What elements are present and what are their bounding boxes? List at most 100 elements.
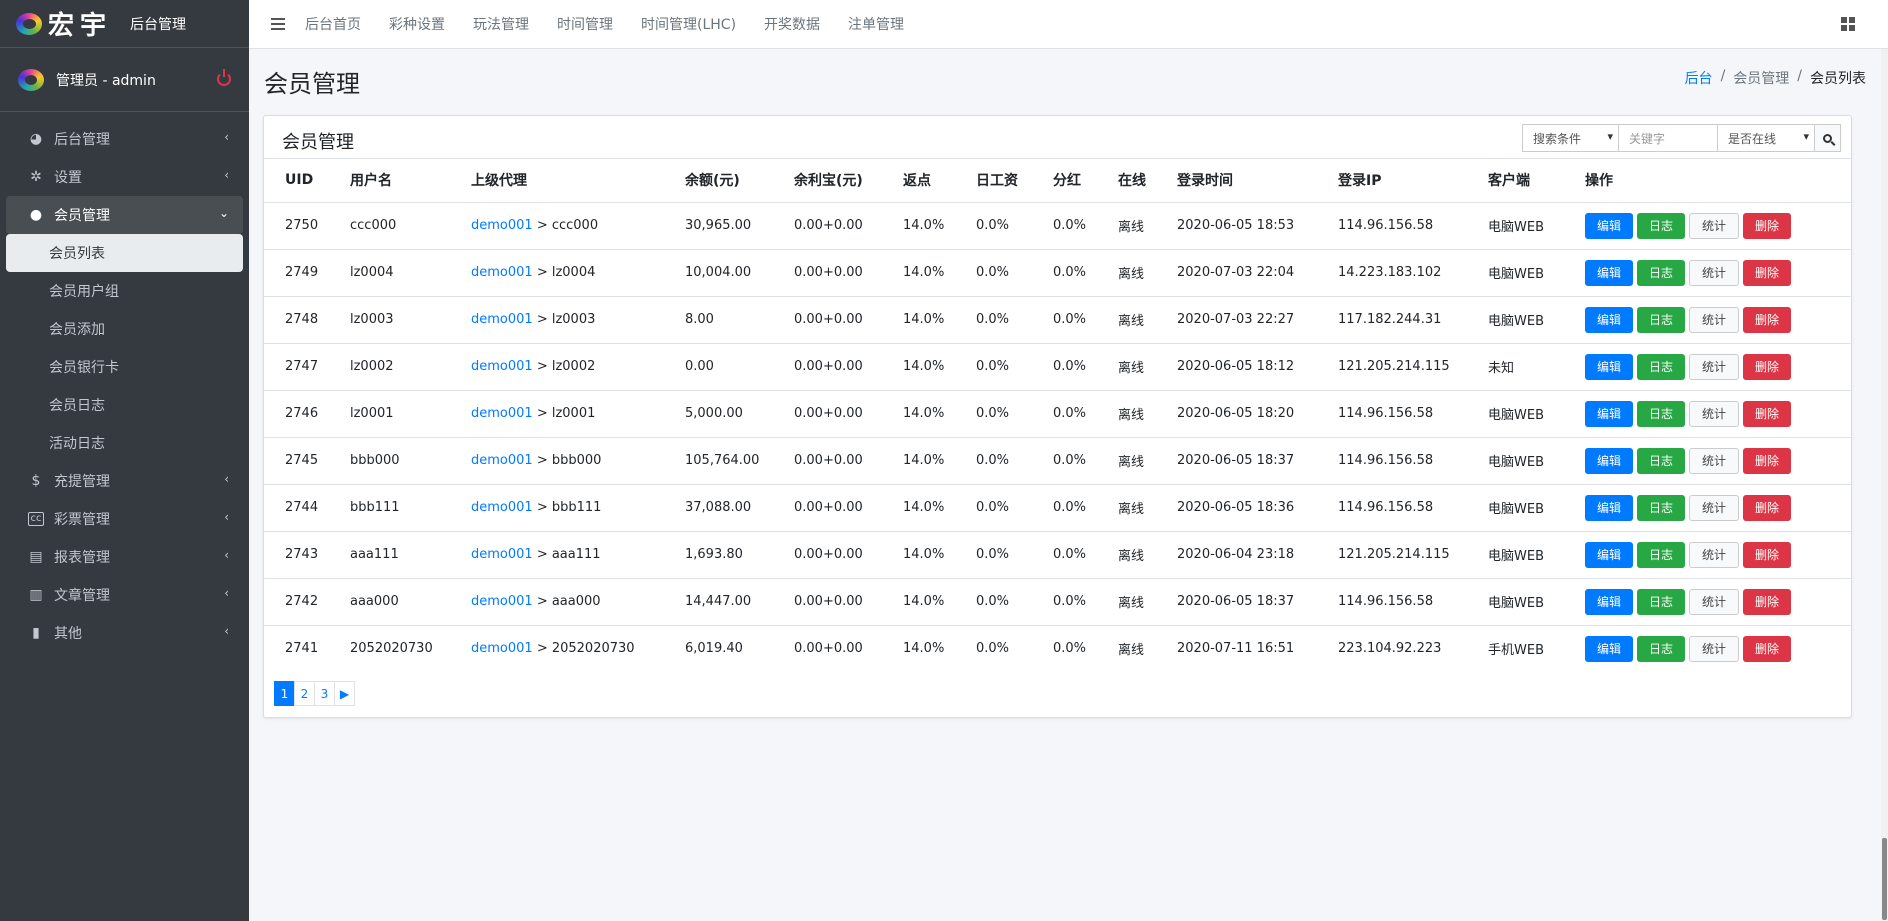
sidebar-item-label: 报表管理 (54, 550, 110, 566)
edit-button[interactable]: 编辑 (1585, 212, 1634, 239)
keyword-input[interactable]: 关键字 (1619, 124, 1718, 152)
cell-actions: 编辑 日志 统计 删除 (1585, 248, 1851, 296)
delete-button[interactable]: 删除 (1743, 588, 1792, 615)
delete-button[interactable]: 删除 (1743, 259, 1792, 286)
agent-link[interactable]: demo001 (471, 218, 533, 233)
log-button[interactable]: 日志 (1637, 494, 1686, 521)
user-name[interactable]: 管理员 - admin (56, 70, 156, 90)
cell-time: 2020-06-05 18:36 (1177, 483, 1338, 531)
submenu-item-activity-logs[interactable]: 活动日志 (6, 424, 243, 462)
submenu-item-member-groups[interactable]: 会员用户组 (6, 272, 243, 310)
topnav-time-management-lhc[interactable]: 时间管理(LHC) (641, 14, 736, 34)
cell-bonus: 0.0% (1053, 342, 1118, 390)
log-button[interactable]: 日志 (1637, 447, 1686, 474)
agent-link[interactable]: demo001 (471, 359, 533, 374)
log-button[interactable]: 日志 (1637, 588, 1686, 615)
page-2-button[interactable]: 2 (294, 681, 315, 706)
agent-link[interactable]: demo001 (471, 406, 533, 421)
breadcrumb-home[interactable]: 后台 (1685, 68, 1713, 88)
sidebar-item-other[interactable]: ▮ 其他 ‹ (6, 614, 243, 652)
scrollbar[interactable] (1881, 49, 1888, 921)
delete-button[interactable]: 删除 (1743, 306, 1792, 333)
stat-button[interactable]: 统计 (1689, 306, 1740, 333)
online-status-select[interactable]: 是否在线 (1718, 124, 1815, 152)
topnav-lottery-settings[interactable]: 彩种设置 (389, 14, 445, 34)
stat-button[interactable]: 统计 (1689, 541, 1740, 568)
log-button[interactable]: 日志 (1637, 353, 1686, 380)
stat-button[interactable]: 统计 (1689, 588, 1740, 615)
chevron-left-icon: ‹ (224, 548, 229, 562)
topnav-draw-data[interactable]: 开奖数据 (764, 14, 820, 34)
delete-button[interactable]: 删除 (1743, 212, 1792, 239)
stat-button[interactable]: 统计 (1689, 259, 1740, 286)
edit-button[interactable]: 编辑 (1585, 588, 1634, 615)
agent-link[interactable]: demo001 (471, 265, 533, 280)
agent-link[interactable]: demo001 (471, 312, 533, 327)
scrollbar-thumb[interactable] (1882, 838, 1887, 920)
edit-button[interactable]: 编辑 (1585, 494, 1634, 521)
page-3-button[interactable]: 3 (314, 681, 335, 706)
delete-button[interactable]: 删除 (1743, 541, 1792, 568)
log-button[interactable]: 日志 (1637, 541, 1686, 568)
edit-button[interactable]: 编辑 (1585, 635, 1634, 662)
sidebar-item-reports[interactable]: ▤ 报表管理 ‹ (6, 538, 243, 576)
submenu-item-member-logs[interactable]: 会员日志 (6, 386, 243, 424)
edit-button[interactable]: 编辑 (1585, 400, 1634, 427)
menu-toggle-icon[interactable] (271, 15, 285, 33)
log-button[interactable]: 日志 (1637, 259, 1686, 286)
delete-button[interactable]: 删除 (1743, 447, 1792, 474)
edit-button[interactable]: 编辑 (1585, 447, 1634, 474)
sidebar-item-label: 后台管理 (54, 132, 110, 148)
next-page-button[interactable]: ▶ (334, 681, 355, 706)
stat-button[interactable]: 统计 (1689, 212, 1740, 239)
search-button[interactable] (1815, 124, 1841, 152)
cell-agent: demo001 > bbb111 (471, 483, 685, 531)
cell-bonus: 0.0% (1053, 248, 1118, 296)
col-bonus: 分红 (1053, 159, 1118, 203)
log-button[interactable]: 日志 (1637, 400, 1686, 427)
sidebar-item-members[interactable]: ● 会员管理 ⌄ (6, 196, 243, 234)
delete-button[interactable]: 删除 (1743, 635, 1792, 662)
agent-link[interactable]: demo001 (471, 547, 533, 562)
edit-button[interactable]: 编辑 (1585, 306, 1634, 333)
agent-link[interactable]: demo001 (471, 453, 533, 468)
sidebar-item-articles[interactable]: ▥ 文章管理 ‹ (6, 576, 243, 614)
cell-balance: 10,004.00 (685, 248, 794, 296)
stat-button[interactable]: 统计 (1689, 353, 1740, 380)
edit-button[interactable]: 编辑 (1585, 259, 1634, 286)
page-1-button[interactable]: 1 (274, 681, 295, 706)
edit-button[interactable]: 编辑 (1585, 541, 1634, 568)
cell-actions: 编辑 日志 统计 删除 (1585, 202, 1851, 249)
delete-button[interactable]: 删除 (1743, 494, 1792, 521)
apps-grid-icon[interactable] (1841, 17, 1855, 31)
edit-button[interactable]: 编辑 (1585, 353, 1634, 380)
log-button[interactable]: 日志 (1637, 212, 1686, 239)
sidebar-item-lottery[interactable]: cc 彩票管理 ‹ (6, 500, 243, 538)
sidebar-item-deposit-withdraw[interactable]: $ 充提管理 ‹ (6, 462, 243, 500)
topnav-bet-management[interactable]: 注单管理 (848, 14, 904, 34)
agent-link[interactable]: demo001 (471, 641, 533, 656)
power-icon[interactable] (217, 69, 231, 86)
submenu-item-member-list[interactable]: 会员列表 (6, 234, 243, 272)
stat-button[interactable]: 统计 (1689, 494, 1740, 521)
agent-link[interactable]: demo001 (471, 500, 533, 515)
topnav-play-management[interactable]: 玩法管理 (473, 14, 529, 34)
stat-button[interactable]: 统计 (1689, 447, 1740, 474)
sidebar-item-dashboard[interactable]: ◕ 后台管理 ‹ (6, 120, 243, 158)
stat-button[interactable]: 统计 (1689, 635, 1740, 662)
log-button[interactable]: 日志 (1637, 635, 1686, 662)
agent-link[interactable]: demo001 (471, 594, 533, 609)
topnav-home[interactable]: 后台首页 (305, 14, 361, 34)
sidebar-item-settings[interactable]: ✲ 设置 ‹ (6, 158, 243, 196)
submenu-item-member-bankcards[interactable]: 会员银行卡 (6, 348, 243, 386)
cell-yulibao: 0.00+0.00 (794, 295, 903, 343)
topnav-time-management[interactable]: 时间管理 (557, 14, 613, 34)
log-button[interactable]: 日志 (1637, 306, 1686, 333)
cell-yulibao: 0.00+0.00 (794, 342, 903, 390)
search-condition-select[interactable]: 搜索条件 (1522, 124, 1619, 152)
delete-button[interactable]: 删除 (1743, 353, 1792, 380)
submenu-item-member-add[interactable]: 会员添加 (6, 310, 243, 348)
stat-button[interactable]: 统计 (1689, 400, 1740, 427)
brand[interactable]: 宏宇 后台管理 (0, 0, 249, 48)
delete-button[interactable]: 删除 (1743, 400, 1792, 427)
